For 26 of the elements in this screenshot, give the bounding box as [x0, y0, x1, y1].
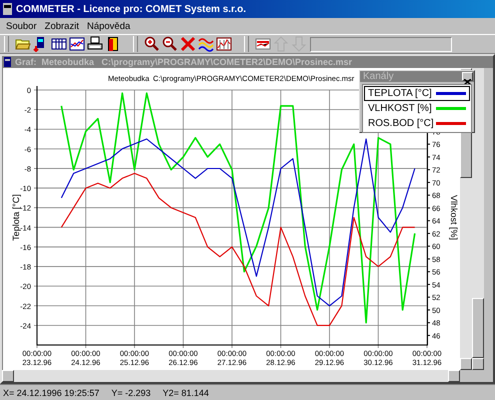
table-button[interactable] — [50, 36, 67, 52]
legend-item[interactable]: ROS.BOD [°C] — [364, 116, 470, 131]
status-text: Y2= 81.144 — [162, 388, 209, 398]
zoom-in-button[interactable] — [143, 36, 160, 52]
status-text: Y= -2.293 — [111, 388, 151, 398]
status-text: X= 24.12.1996 19:25:57 — [3, 388, 100, 398]
wave-button[interactable] — [197, 36, 214, 52]
legend-item[interactable]: VLHKOST [%] — [364, 101, 470, 116]
menu-item[interactable]: Nápověda — [82, 20, 134, 32]
document-icon[interactable] — [4, 57, 11, 67]
scrollbar[interactable] — [472, 68, 484, 370]
close-button[interactable] — [462, 72, 473, 81]
window-title: COMMETER - Licence pro: COMET System s.r.o. — [16, 4, 246, 14]
menu-item[interactable]: Zobrazit — [40, 20, 83, 32]
y-axis-title: Vlhkost [%] — [449, 194, 459, 240]
scrollbar[interactable] — [2, 370, 460, 382]
zoom-out-button[interactable] — [161, 36, 178, 52]
chart-button[interactable] — [68, 36, 85, 52]
window-title: Graf: Meteobudka C:\programy\PROGRAMY\COMETER2\DEMO\Prosinec.msr — [15, 57, 352, 67]
chart-button[interactable] — [215, 36, 232, 52]
legend-title: Kanály — [363, 71, 394, 82]
menu-item[interactable]: Soubor — [2, 20, 41, 32]
legend-item[interactable]: TEPLOTA [°C] — [364, 86, 470, 101]
printer-button[interactable] — [86, 36, 103, 52]
app-icon[interactable] — [3, 3, 12, 15]
y-axis-title: Teplota [°C] — [11, 194, 21, 241]
